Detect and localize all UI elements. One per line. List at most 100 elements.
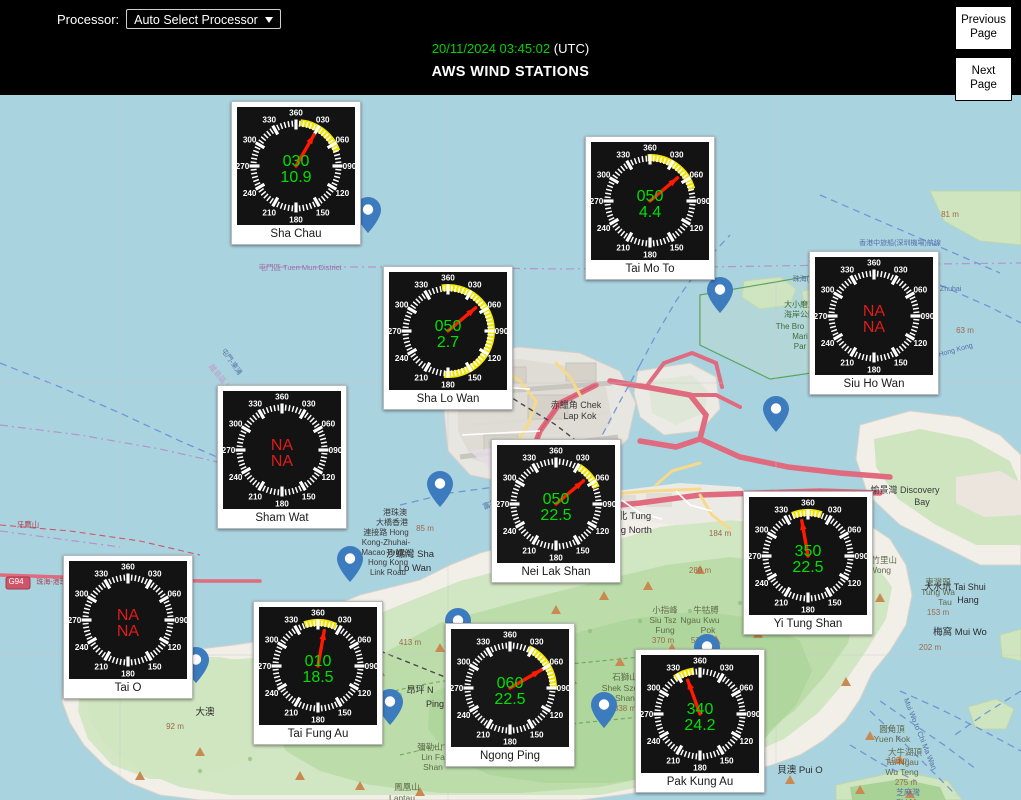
dial-tick [912, 322, 919, 325]
station-panel-sha-chau[interactable]: 360 030 060 090 120 150 180 210 240 270 300 330 030 1… [231, 101, 361, 245]
dial-degree-label: 270 [749, 552, 762, 561]
pin-tai-mo-to[interactable] [707, 277, 733, 313]
dial-tick [505, 727, 508, 734]
dial-degree-label: 240 [75, 643, 89, 652]
dial-degree-label: 150 [576, 546, 590, 555]
dial-tick [739, 716, 746, 719]
dial-degree-label: 180 [121, 670, 135, 679]
dial-degree-label: 090 [697, 197, 709, 206]
dial-tick [654, 709, 661, 712]
dial-tick [548, 679, 555, 682]
dial-tick [291, 205, 294, 212]
dial-tick [799, 594, 802, 601]
dial-tick [439, 369, 442, 376]
dial-degree-label: 060 [357, 635, 371, 644]
dial-tick [83, 626, 90, 629]
map-label: G94 [8, 577, 24, 586]
dial-tick [810, 510, 813, 517]
dial-tick [302, 121, 305, 128]
dial-tick [876, 270, 879, 277]
station-panel-tai-mo-to[interactable]: 360 030 060 090 120 150 180 210 240 270 300 330 050 4… [585, 136, 715, 280]
dial-tick [810, 595, 813, 602]
dial-tick [695, 753, 698, 760]
dial-tick [130, 659, 133, 666]
map-label: 愉景灣 Discovery [870, 484, 940, 495]
dial-tick [167, 615, 174, 618]
pin-pak-kung[interactable] [591, 692, 617, 728]
dial-degree-label: 120 [335, 189, 349, 198]
map-label: Yuen Kok [874, 734, 911, 744]
dial-degree-label: 090 [343, 162, 355, 171]
pin-sha-lo-wan[interactable] [427, 471, 453, 507]
dial-degree-label: 240 [755, 579, 769, 588]
dial-tick [83, 611, 90, 614]
dial-degree-label: 300 [503, 473, 517, 482]
dial-degree-label: 060 [739, 683, 753, 692]
map-label: 連接路 Hong [363, 527, 408, 537]
dial-tick [443, 370, 446, 377]
previous-page-button[interactable]: Previous Page [955, 6, 1012, 50]
station-panel-tai-fung-au[interactable]: 360 030 060 090 120 150 180 210 240 270 300 330 010 1… [253, 601, 383, 745]
map-label: Macao Bridge [361, 548, 411, 557]
dial-tick [739, 709, 746, 712]
dial-tick [594, 510, 601, 513]
map-label: Shan [423, 762, 443, 772]
next-page-button[interactable]: Next Page [955, 57, 1012, 101]
dial-tick [558, 543, 561, 550]
dial-tick [277, 489, 280, 496]
dial-tick [272, 668, 279, 671]
pin-tung-chung[interactable] [337, 546, 363, 582]
wind-direction-value: NA [863, 303, 886, 320]
dial-degree-label: 360 [643, 144, 657, 153]
dial-degree-label: 150 [338, 708, 352, 717]
timestamp-value: 20/11/2024 03:45:02 [431, 41, 551, 56]
dial-tick [82, 615, 89, 618]
processor-select[interactable]: Auto Select Processor [126, 9, 281, 29]
station-panel-nei-lak-shan[interactable]: 360 030 060 090 120 150 180 210 240 270 300 330 050 2… [491, 439, 621, 583]
station-panel-sham-wat[interactable]: 360 030 060 090 120 150 180 210 240 270 300 330 NA NA… [217, 385, 347, 529]
dial-degree-label: 030 [576, 454, 590, 463]
station-name-label: Pak Kung Au [666, 776, 734, 788]
wind-direction-value: 060 [497, 675, 524, 692]
wind-dial: 360 030 060 090 120 150 180 210 240 270 300 330 NANA [815, 257, 933, 375]
dial-tick [356, 657, 363, 660]
map-label: 鳳凰山 [394, 782, 420, 792]
station-name-label: Tai Mo To [625, 263, 675, 275]
timezone-label: (UTC) [553, 41, 590, 56]
dial-degree-label: 060 [847, 525, 861, 534]
station-panel-siu-ho-wan[interactable]: 360 030 060 090 120 150 180 210 240 270 300 330 NA NA… [809, 251, 939, 395]
dial-tick [516, 726, 519, 733]
map-label: Hang [957, 595, 979, 605]
dial-tick [123, 574, 126, 581]
dial-degree-label: 300 [597, 170, 611, 179]
dial-degree-label: 030 [468, 281, 482, 290]
station-panel-ngong-ping[interactable]: 360 030 060 090 120 150 180 210 240 270 300 330 060 2… [445, 623, 575, 767]
dial-degree-label: 090 [175, 616, 187, 625]
dial-degree-label: 240 [395, 354, 409, 363]
dial-tick [656, 156, 659, 163]
station-panel-sha-lo-wan[interactable]: 360 030 060 090 120 150 180 210 240 270 300 330 050 2… [383, 266, 513, 410]
pin-siu-ho-wan[interactable] [763, 396, 789, 432]
station-panel-yi-tung-shan[interactable]: 360 030 060 090 120 150 180 210 240 270 300 330 350 2… [743, 491, 873, 635]
dial-tick [803, 510, 806, 517]
map-label: 184 m [709, 529, 732, 538]
map-label: Lap Kok [563, 411, 597, 421]
wind-dial: 360 030 060 090 120 150 180 210 240 270 300 330 0101… [259, 607, 377, 725]
station-panel-tai-o[interactable]: 360 030 060 090 120 150 180 210 240 270 300 330 NA NA… [63, 555, 193, 699]
wind-speed-value: 22.5 [494, 691, 525, 708]
dial-tick [562, 459, 565, 466]
dial-degree-label: 120 [913, 339, 927, 348]
map-label: 赤鱲角 Chek [551, 399, 602, 410]
dial-degree-label: 180 [867, 366, 881, 375]
dial-degree-label: 300 [821, 285, 835, 294]
dial-tick [869, 355, 872, 362]
app-header: Processor: Auto Select Processor 20/11/2… [0, 0, 1021, 101]
station-panel-pak-kung-au[interactable]: 360 030 060 090 120 150 180 210 240 270 300 330 340 2… [635, 649, 765, 793]
processor-row: Processor: Auto Select Processor [57, 9, 281, 29]
dial-tick [273, 488, 276, 495]
dial-tick [604, 203, 611, 206]
dial-tick [134, 658, 137, 665]
dial-tick [688, 207, 695, 210]
dial-degree-label: 330 [248, 400, 262, 409]
dial-tick [511, 510, 518, 513]
